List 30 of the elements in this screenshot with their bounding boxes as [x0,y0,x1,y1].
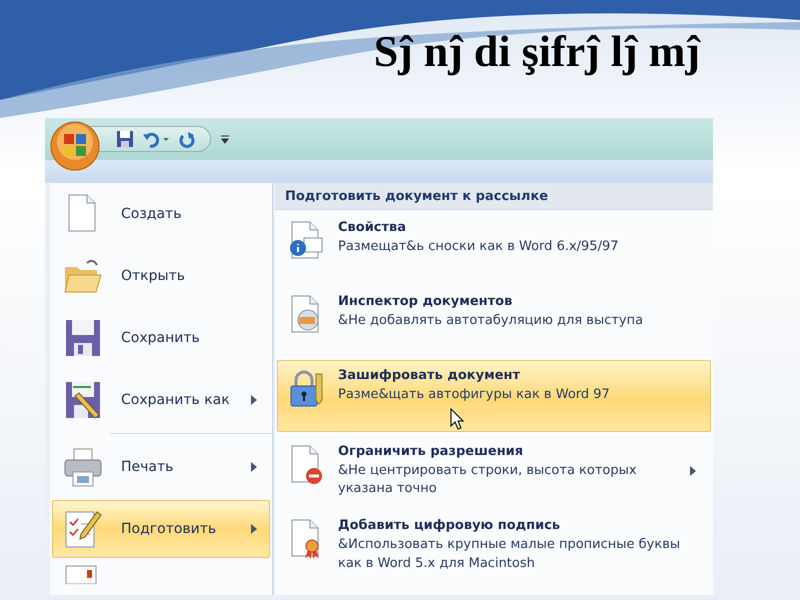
item-title: Добавить цифровую подпись [338,518,562,534]
file-menu-item[interactable]: Открыть [52,247,270,305]
file-menu-item[interactable]: Подготовить [52,500,270,558]
floppy-disk-pencil-icon [63,379,103,421]
item-title: Инспектор документов [338,294,514,309]
submenu-header: Подготовить документ к рассылке [275,183,713,210]
file-menu-item[interactable]: Сохранить [52,309,270,367]
submenu-item[interactable]: Свойства Размещат&ь сноски как в Word 6.x/95/97 [277,212,711,282]
save-icon[interactable] [116,130,134,148]
item-description: &Использовать крупные малые прописные буквы как в Word 5.x для Macintosh [338,536,682,573]
submenu-item[interactable]: Зашифровать документ Разме&щать автофигуры как в Word 97 [277,360,711,432]
submenu-item[interactable]: Добавить цифровую подпись &Использовать крупные малые прописные буквы как в Word 5.x для Macintosh [277,510,711,581]
item-description: &Не добавлять автотабуляцию для выступа [338,312,644,330]
item-description: Размещат&ь сноски как в Word 6.x/95/97 [338,238,620,256]
printer-icon [63,446,103,488]
slide-title: Sĵ nĵ di şifrĵ lĵ mĵ [374,26,700,77]
redo-icon[interactable] [178,130,196,148]
submenu-item[interactable]: Инспектор документов &Не добавлять автотабуляцию для выступа [277,286,711,356]
undo-icon[interactable] [142,130,170,148]
item-description: &Не центрировать строки, высота которых указана точно [338,462,638,498]
item-title: Зашифровать документ [338,368,522,383]
item-description: Разме&щать автофигуры как в Word 97 [338,386,611,404]
item-title: Свойства [338,220,408,235]
file-menu-item[interactable]: Создать [52,185,270,243]
submenu-item[interactable]: Ограничить разрешения &Не центрировать строки, высота которых указана точно [277,436,711,506]
file-menu-item[interactable]: Печать [52,438,270,496]
customize-toolbar-icon[interactable] [221,134,229,144]
file-menu-item[interactable]: Сохранить как [52,371,270,429]
mouse-pointer-icon [450,408,464,430]
item-title: Ограничить разрешения [338,444,524,459]
